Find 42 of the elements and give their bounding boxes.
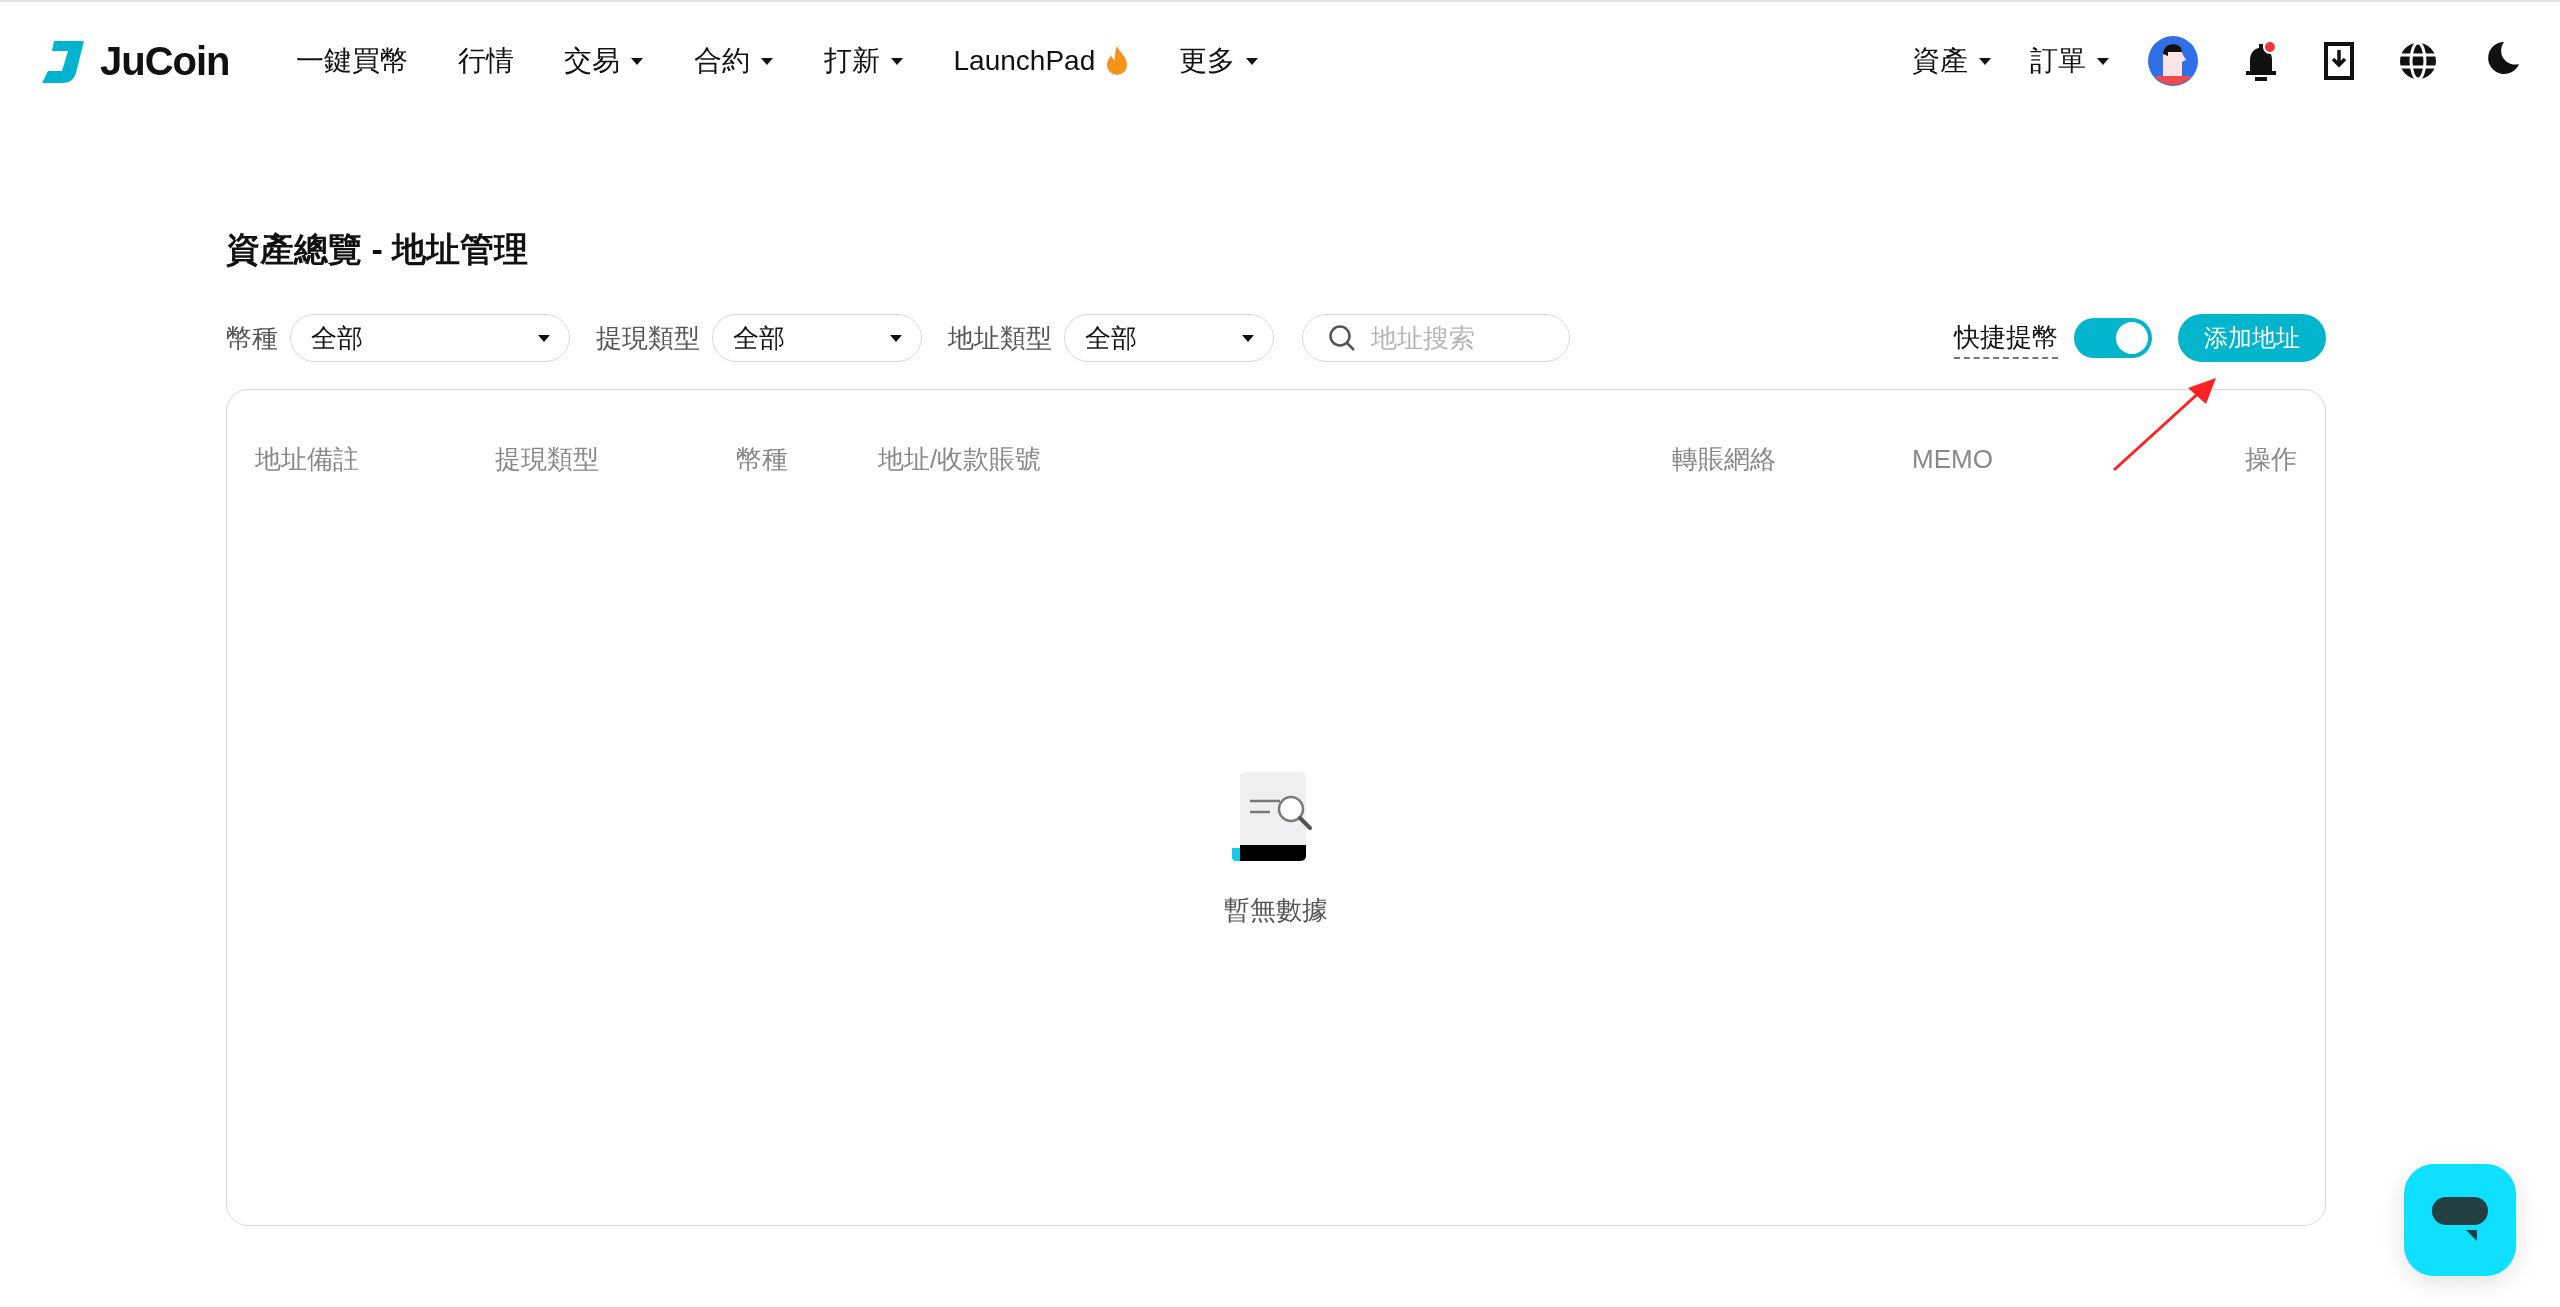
caret-icon [1978, 56, 1992, 66]
nav-item[interactable]: LaunchPad [953, 40, 1130, 82]
nav-item[interactable]: 打新 [823, 40, 904, 82]
filter-label: 提現類型 [596, 321, 700, 355]
column-header: 地址/收款賬號 [878, 443, 1043, 476]
column-header: MEMO [1912, 443, 1994, 476]
chat-button[interactable] [2404, 1164, 2516, 1276]
download-icon[interactable] [2324, 42, 2354, 80]
caret-icon [629, 56, 644, 66]
column-header: 轉賬網絡 [1672, 443, 1777, 476]
search-icon [1328, 324, 1356, 352]
filter-label: 幣種 [226, 321, 278, 355]
column-header: 操作 [2245, 443, 2297, 476]
avatar-icon[interactable] [2148, 36, 2198, 86]
caret-icon [2096, 56, 2110, 66]
chat-icon [2432, 1197, 2488, 1243]
search-field[interactable]: 地址搜索 [1302, 314, 1570, 362]
caret-icon [889, 56, 904, 66]
quick-withdraw-label: 快捷提幣 [1954, 317, 2058, 359]
page-title: 資產總覽 - 地址管理 [226, 229, 530, 270]
caret-icon [889, 333, 903, 343]
menu-item[interactable]: 訂單 [2030, 40, 2110, 82]
logo-icon [40, 39, 86, 83]
globe-icon[interactable] [2398, 41, 2438, 81]
column-header: 地址備註 [255, 443, 360, 476]
menu-item[interactable]: 資產 [1912, 40, 1992, 82]
nav-item[interactable]: 合約 [693, 40, 774, 82]
column-header: 幣種 [736, 443, 789, 476]
caret-icon [1241, 333, 1255, 343]
caret-icon [1245, 56, 1260, 66]
nav-item[interactable]: 一鍵買幣 [295, 40, 408, 82]
caret-icon [537, 333, 551, 343]
filter-label: 地址類型 [948, 321, 1052, 355]
logo-text[interactable]: JuCoin [100, 31, 230, 91]
nav-item[interactable]: 行情 [457, 40, 514, 82]
caret-icon [759, 56, 774, 66]
toggle-switch[interactable] [2074, 318, 2152, 358]
empty-state-text: 暫無數據 [1224, 894, 1328, 927]
nav-item[interactable]: 交易 [563, 40, 644, 82]
flame-icon [1105, 45, 1130, 77]
nav-item[interactable]: 更多 [1179, 40, 1260, 82]
column-header: 提現類型 [495, 443, 600, 476]
